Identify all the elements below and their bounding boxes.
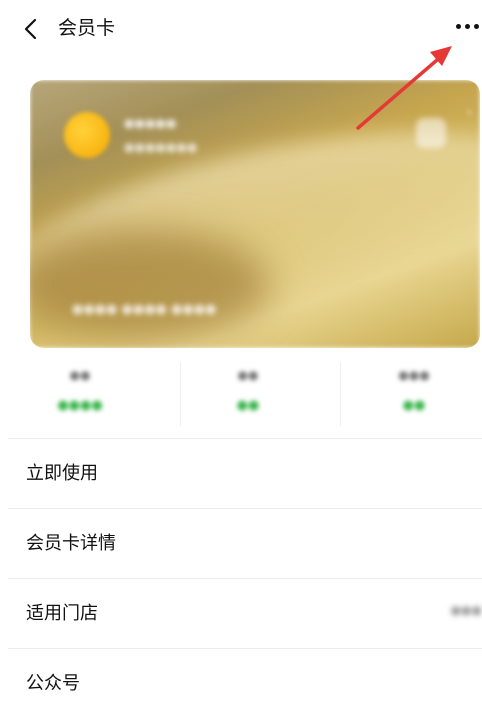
stat-label: ●● xyxy=(69,368,91,382)
stat-item[interactable]: ●● ●●●● xyxy=(0,350,160,438)
stat-label: ●● xyxy=(237,368,259,382)
stat-value: ●●●● xyxy=(57,398,103,413)
menu-item-use-now[interactable]: 立即使用 xyxy=(0,439,482,509)
more-button[interactable] xyxy=(456,20,482,34)
card-stats: ●● ●●●● ●● ●● ●●● ●● xyxy=(0,350,482,438)
page-title: 会员卡 xyxy=(58,17,116,39)
chevron-left-icon xyxy=(24,18,37,40)
stat-value: ●● xyxy=(236,398,260,413)
card-subtitle: ●●●●●●● xyxy=(124,140,198,154)
menu-item-label: 立即使用 xyxy=(26,463,98,484)
card-merchant-name: ●●●●● xyxy=(124,116,177,130)
annotation-arrow-icon xyxy=(356,46,452,130)
menu-item-label: 会员卡详情 xyxy=(26,533,116,554)
menu-item-label: 公众号 xyxy=(26,673,80,694)
chevron-right-icon: › xyxy=(466,102,473,121)
card-number: ●●●● ●●●● ●●●● xyxy=(72,302,217,317)
stat-label: ●●● xyxy=(398,368,430,382)
member-card-page: 会员卡 ●●●●● ●●●●●●● › ●●●● ●●●● ●●●● ●● ●●… xyxy=(0,0,482,702)
menu-item-label: 适用门店 xyxy=(26,603,98,624)
menu-item-official-account[interactable]: 公众号 xyxy=(0,649,482,702)
stat-value: ●● xyxy=(402,398,426,413)
menu-item-card-details[interactable]: 会员卡详情 xyxy=(0,509,482,579)
merchant-logo xyxy=(64,112,110,158)
stat-item[interactable]: ●● ●● xyxy=(168,350,328,438)
menu-item-value: ●●● xyxy=(450,603,482,617)
stat-item[interactable]: ●●● ●● xyxy=(334,350,482,438)
back-button[interactable] xyxy=(14,12,48,46)
more-dots-icon xyxy=(456,24,461,29)
menu-item-applicable-stores[interactable]: 适用门店 ●●● xyxy=(0,579,482,649)
